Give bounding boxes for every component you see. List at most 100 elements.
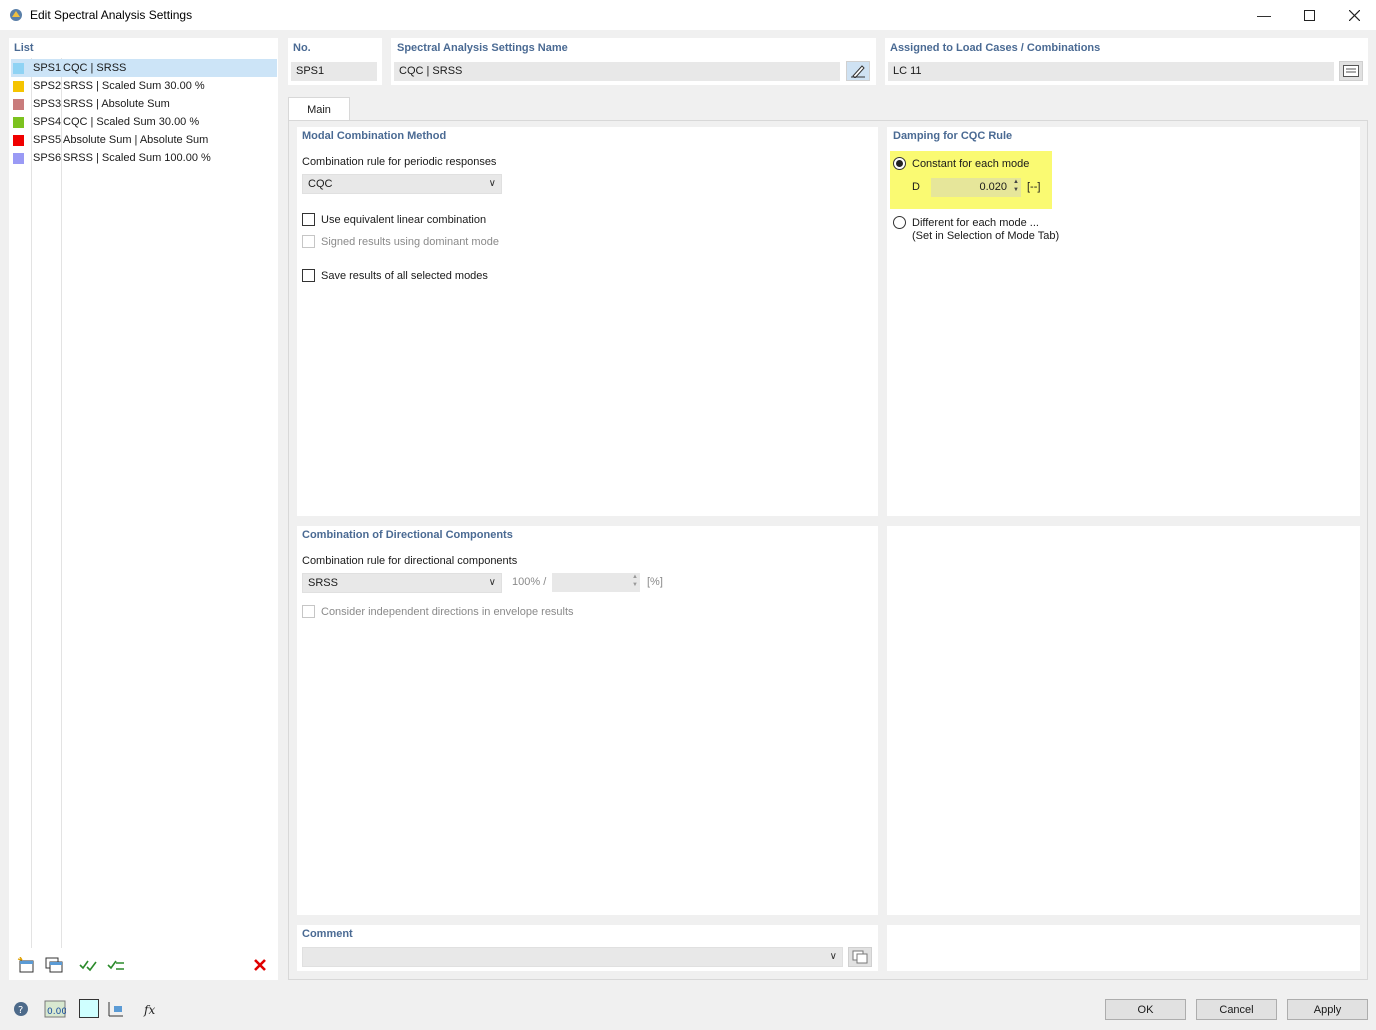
edit-name-icon[interactable] [846,61,870,81]
svg-text:0.00: 0.00 [47,1007,66,1017]
different-radio[interactable] [893,216,906,229]
chevron-down-icon: ∨ [829,951,837,962]
list-item[interactable]: SPS3 SRSS | Absolute Sum [11,95,277,113]
consider-directions-checkbox[interactable] [302,605,315,618]
list-item-no: SPS1 [33,62,62,74]
color-swatch [13,152,24,164]
chevron-down-icon: ∨ [488,178,496,189]
directional-rule-value: SRSS [308,577,338,589]
list-item-no: SPS5 [33,134,62,146]
ok-label: OK [1137,1003,1154,1016]
assigned-label: Assigned to Load Cases / Combinations [890,42,1101,54]
maximize-icon[interactable] [1286,0,1332,30]
minimize-icon[interactable]: — [1241,0,1287,30]
consider-directions-label: Consider independent directions in envel… [321,606,574,618]
apply-button[interactable]: Apply [1287,999,1368,1020]
name-label: Spectral Analysis Settings Name [397,42,568,54]
signed-results-checkbox[interactable] [302,235,315,248]
help-icon[interactable]: ? [9,998,33,1019]
app-icon [10,9,22,21]
list-item-name: SRSS | Scaled Sum 30.00 % [63,80,205,92]
damping-title: Damping for CQC Rule [893,130,1013,142]
check-toggle-icon[interactable] [104,955,128,975]
chevron-down-icon: ∨ [488,577,496,588]
no-field[interactable]: SPS1 [291,62,377,81]
cancel-button[interactable]: Cancel [1196,999,1277,1020]
list-item[interactable]: SPS6 SRSS | Scaled Sum 100.00 % [11,149,277,167]
percent-unit: [%] [647,576,663,588]
list-panel [9,38,278,980]
empty-panel [887,526,1360,915]
list-item-name: CQC | Scaled Sum 30.00 % [63,116,200,128]
color-swatch [13,62,24,74]
title-bar: Edit Spectral Analysis Settings — [0,0,1376,30]
comment-title: Comment [302,928,353,940]
ok-button[interactable]: OK [1105,999,1186,1020]
spinner-icon[interactable]: ▲ ▼ [632,573,638,589]
cancel-label: Cancel [1219,1003,1254,1016]
list-item-no: SPS4 [33,116,62,128]
different-sub-label: (Set in Selection of Mode Tab) [912,230,1060,242]
signed-results-label: Signed results using dominant mode [321,236,499,248]
name-field[interactable]: CQC | SRSS [394,62,840,81]
damping-d-input[interactable]: 0.020 ▲ ▼ [931,178,1021,197]
equiv-linear-checkbox[interactable] [302,213,315,226]
list-divider [31,58,32,948]
color-swatch [13,134,24,146]
list-item-name: Absolute Sum | Absolute Sum [63,134,209,146]
damping-d-value: 0.020 [979,181,1007,193]
modal-combination-title: Modal Combination Method [302,130,447,142]
window-title: Edit Spectral Analysis Settings [30,8,193,22]
copy-item-icon[interactable] [42,955,66,975]
damping-d-label: D [912,181,920,193]
check-all-icon[interactable] [76,955,100,975]
assigned-field[interactable]: LC 11 [888,62,1334,81]
list-item[interactable]: SPS4 CQC | Scaled Sum 30.00 % [11,113,277,131]
units-icon[interactable] [104,998,128,1019]
color-swatch [13,116,24,128]
apply-label: Apply [1313,1003,1342,1016]
directional-rule-select[interactable]: SRSS ∨ [302,573,502,593]
decimal-places-icon[interactable]: 0.00 [43,998,67,1019]
select-load-cases-icon[interactable] [1339,61,1363,81]
damping-d-unit: [--] [1027,181,1041,193]
list-item-name: SRSS | Absolute Sum [63,98,170,110]
list-divider [61,58,62,948]
constant-radio[interactable] [893,157,906,170]
color-swatch [13,98,24,110]
different-label: Different for each mode ... [912,217,1039,229]
equiv-linear-label: Use equivalent linear combination [321,214,487,226]
list-item-no: SPS3 [33,98,62,110]
percent-input[interactable]: ▲ ▼ [552,573,640,592]
directional-rule-label: Combination rule for directional compone… [302,555,518,567]
constant-label: Constant for each mode [912,158,1030,170]
tab-main[interactable]: Main [288,97,350,121]
no-label: No. [293,42,311,54]
comment-input[interactable]: ∨ [302,947,843,967]
percent-label: 100% / [512,576,547,588]
close-icon[interactable] [1331,0,1376,30]
periodic-rule-select[interactable]: CQC ∨ [302,174,502,194]
list-title: List [14,42,34,54]
comment-side-panel [887,925,1360,971]
save-modes-label: Save results of all selected modes [321,270,488,282]
periodic-rule-label: Combination rule for periodic responses [302,156,497,168]
color-swatch [13,80,24,92]
list-item[interactable]: SPS2 SRSS | Scaled Sum 30.00 % [11,77,277,95]
svg-text:?: ? [18,1005,23,1016]
spinner-icon[interactable]: ▲ ▼ [1013,178,1019,194]
save-modes-checkbox[interactable] [302,269,315,282]
formula-icon[interactable]: fx [139,998,163,1019]
comment-copy-icon[interactable] [848,947,872,967]
svg-text:fx: fx [143,1003,155,1017]
periodic-rule-value: CQC [308,178,333,190]
list-item-name: CQC | SRSS [63,62,127,74]
list-item[interactable]: SPS5 Absolute Sum | Absolute Sum [11,131,277,149]
tab-main-label: Main [307,103,331,116]
directional-title: Combination of Directional Components [302,529,513,541]
new-item-icon[interactable] [14,955,38,975]
list-item[interactable]: SPS1 CQC | SRSS [11,59,277,77]
delete-icon[interactable] [248,955,272,975]
color-icon[interactable] [77,998,101,1019]
list-item-no: SPS6 [33,152,62,164]
